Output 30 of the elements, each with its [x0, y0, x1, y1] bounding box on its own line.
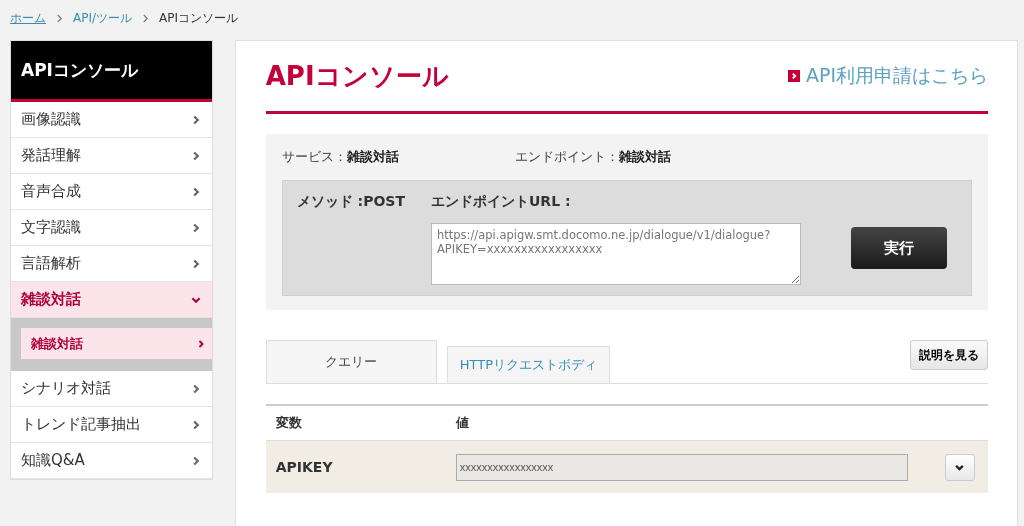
variable-name: APIKEY: [274, 459, 334, 475]
sidebar-item[interactable]: 文字認識: [11, 210, 212, 246]
service-text: サービス：雑談対話: [281, 148, 399, 166]
sidebar-item[interactable]: シナリオ対話: [11, 371, 212, 407]
sidebar-item[interactable]: 知識Q&A: [11, 443, 212, 479]
sidebar-title: APIコンソール: [11, 41, 212, 102]
submenu-item[interactable]: 雑談対話: [21, 328, 212, 359]
run-button[interactable]: 実行: [851, 227, 947, 269]
page-title: APIコンソール: [265, 59, 449, 93]
breadcrumb-current: APIコンソール: [159, 9, 238, 27]
chevron-right-icon: [56, 13, 63, 23]
column-header: 変数: [274, 414, 303, 432]
endpoint-text: エンドポイント：雑談対話: [514, 148, 671, 166]
tab[interactable]: クエリー: [265, 340, 437, 383]
sidebar-item[interactable]: 発話理解: [11, 138, 212, 174]
breadcrumb-link[interactable]: ホーム: [10, 9, 46, 27]
chevron-right-icon: [142, 13, 150, 23]
sidebar-item[interactable]: 画像認識: [11, 102, 212, 138]
method-label: メソッド :POST: [296, 193, 405, 211]
endpoint-url-field[interactable]: https://api.apigw.smt.docomo.ne.jp/dialogue/v1/dialogue?APIKEY=xxxxxxxxxxxxxxxxx: [431, 223, 801, 285]
sidebar-item[interactable]: 雑談対話: [11, 282, 212, 318]
tab[interactable]: HTTPリクエストボディ: [446, 346, 610, 383]
dropdown-button[interactable]: [944, 453, 975, 481]
help-button[interactable]: 説明を見る: [910, 340, 988, 370]
sidebar-item[interactable]: トレンド記事抽出: [11, 407, 212, 443]
value-field[interactable]: xxxxxxxxxxxxxxxxx: [455, 453, 908, 481]
chevron-square-icon: [787, 70, 800, 82]
endpoint-url-label: エンドポイントURL :: [431, 193, 572, 211]
column-header: 値: [455, 414, 469, 432]
sidebar-item[interactable]: 音声合成: [11, 174, 212, 210]
